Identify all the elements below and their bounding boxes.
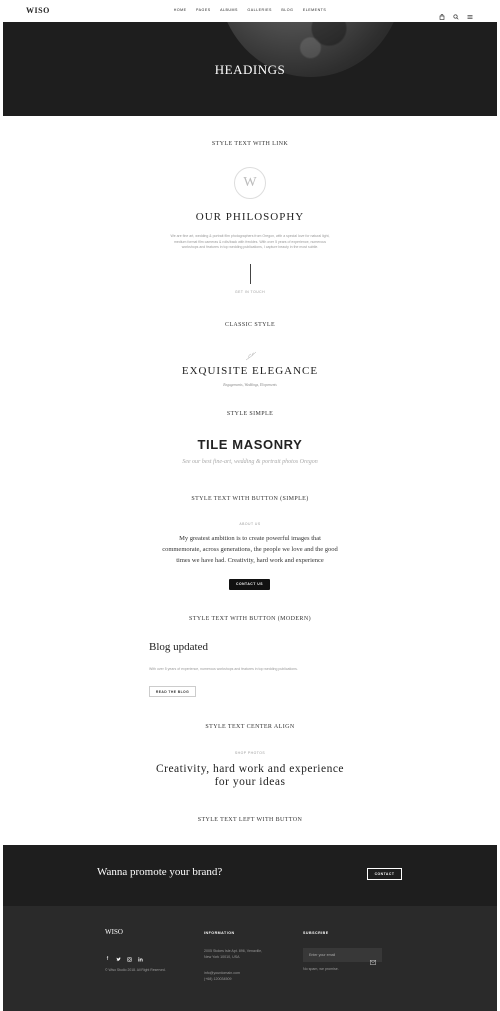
linkedin-icon[interactable] xyxy=(138,957,143,962)
email-placeholder: Enter your email xyxy=(309,953,336,957)
promo-text: Wanna promote your brand? xyxy=(97,866,223,878)
facebook-icon[interactable]: f xyxy=(105,957,110,962)
section-label: STYLE TEXT LEFT WITH BUTTON xyxy=(197,817,303,823)
information-heading: INFORMATION xyxy=(204,931,235,935)
social-links: f xyxy=(105,957,143,962)
section-label: STYLE SIMPLE xyxy=(226,411,274,417)
section-kicker: ABOUT US xyxy=(239,522,261,526)
about-text-1: My greatest ambition is to create powerf… xyxy=(179,535,321,542)
promo-contact-button[interactable]: CONTACT xyxy=(367,868,402,880)
nav-item-galleries[interactable]: GALLERIES xyxy=(247,8,271,12)
section-label: STYLE TEXT CENTER ALIGN xyxy=(205,724,295,730)
nav-item-blog[interactable]: BLOG xyxy=(281,8,293,12)
blog-title: Blog updated xyxy=(149,641,208,653)
section-subtitle: Engagements, Weddings, Elopements xyxy=(223,383,277,387)
twitter-icon[interactable] xyxy=(116,957,121,962)
cart-icon[interactable] xyxy=(439,7,445,20)
leaf-icon xyxy=(245,348,257,361)
center-title-1: Creativity, hard work and experience xyxy=(155,763,345,775)
section-label: STYLE TEXT WITH BUTTON (MODERN) xyxy=(189,616,311,622)
envelope-icon[interactable] xyxy=(370,952,376,970)
section-kicker: SHOP PHOTOS xyxy=(234,751,266,755)
menu-icon[interactable] xyxy=(467,7,473,19)
header-icons xyxy=(439,7,473,20)
page-title: HEADINGS xyxy=(214,62,286,77)
footer-phone: (+68) 120034509 xyxy=(204,977,232,981)
nav-item-albums[interactable]: ALBUMS xyxy=(220,8,238,12)
site-header: WISO HOME PAGES ALBUMS GALLERIES BLOG EL… xyxy=(0,0,500,22)
get-in-touch-link[interactable]: GET IN TOUCH xyxy=(0,290,500,294)
main-nav: HOME PAGES ALBUMS GALLERIES BLOG ELEMENT… xyxy=(0,8,500,12)
contact-us-button[interactable]: CONTACT US xyxy=(229,579,270,590)
copyright-text: © Wiso Studio 2018. All Right Reserved. xyxy=(105,968,166,972)
about-text-2: commemorate, across generations, the peo… xyxy=(162,546,338,553)
section-label: STYLE TEXT WITH LINK xyxy=(211,141,289,147)
section-title: TILE MASONRY xyxy=(197,437,303,452)
search-icon[interactable] xyxy=(453,7,459,20)
no-spam-text: No spam, we promise. xyxy=(303,967,339,971)
nav-item-elements[interactable]: ELEMENTS xyxy=(303,8,326,12)
read-blog-button[interactable]: READ THE BLOG xyxy=(149,686,196,697)
nav-item-pages[interactable]: PAGES xyxy=(196,8,211,12)
center-title-2: for your ideas xyxy=(214,776,286,788)
site-footer: WISO f © Wiso Studio 2018. All Right Res… xyxy=(3,906,497,1011)
section-subtitle: See our best fine-art, wedding & portrai… xyxy=(182,459,318,465)
blog-text: With over 5 years of experience, numerou… xyxy=(149,667,298,671)
section-title: EXQUISITE ELEGANCE xyxy=(181,365,319,377)
hero-banner: HEADINGS xyxy=(3,22,497,116)
section-title: OUR PHILOSOPHY xyxy=(195,211,305,223)
section-label: CLASSIC STYLE xyxy=(224,322,276,328)
promo-banner: Wanna promote your brand? CONTACT xyxy=(3,845,497,906)
section-label: STYLE TEXT WITH BUTTON (SIMPLE) xyxy=(191,496,309,502)
nav-item-home[interactable]: HOME xyxy=(174,8,187,12)
footer-logo[interactable]: WISO xyxy=(105,928,123,936)
w-badge-icon: W xyxy=(234,167,266,199)
address-line-2: New York 10010, USA xyxy=(204,955,240,959)
subscribe-email-field[interactable]: Enter your email xyxy=(303,948,382,965)
subscribe-heading: SUBSCRIBE xyxy=(303,931,329,935)
about-text-3: times we have had. Creativity, hard work… xyxy=(176,557,324,564)
philosophy-text-3: workshops and features in top wedding pu… xyxy=(181,245,319,249)
instagram-icon[interactable] xyxy=(127,957,132,962)
vertical-divider xyxy=(249,264,251,284)
